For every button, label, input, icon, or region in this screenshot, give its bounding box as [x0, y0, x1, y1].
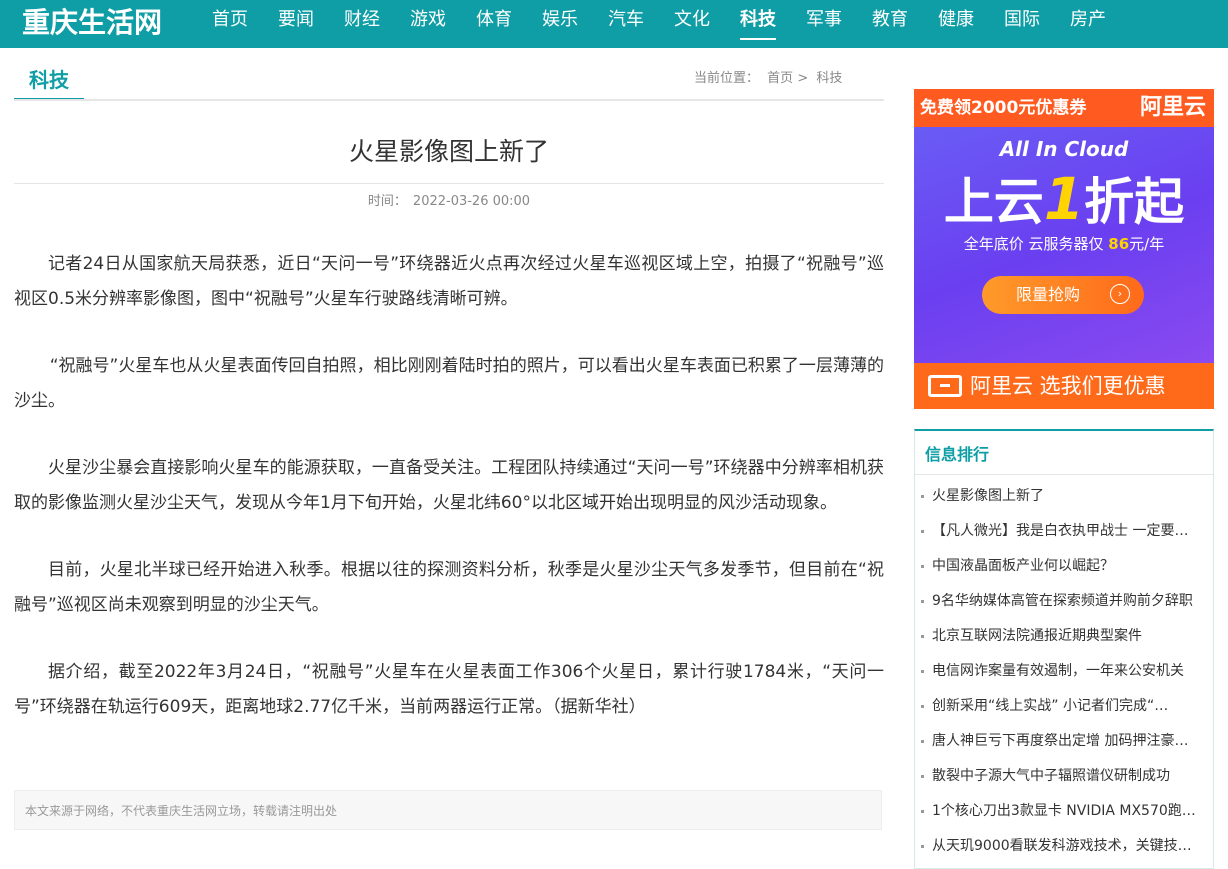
- article-paragraph: 据介绍，截至2022年3月24日，“祝融号”火星车在火星表面工作306个火星日，…: [14, 662, 884, 717]
- ad-buy-label: 限量抢购: [1016, 285, 1081, 304]
- ad-subline: 全年底价 云服务器仅 86元/年: [914, 233, 1214, 254]
- article-paragraph: “祝融号”火星车也从火星表面传回自拍照，相比刚刚着陆时拍的照片，可以看出火星车表…: [14, 356, 884, 411]
- ranking-item[interactable]: 散裂中子源大气中子辐照谱仪研制成功: [919, 763, 1209, 798]
- section-divider: [14, 99, 884, 101]
- ranking-item[interactable]: 创新采用“线上实战” 小记者们完成“…: [919, 693, 1209, 728]
- top-navbar: 重庆生活网 首页 要闻 财经 游戏 体育 娱乐 汽车 文化 科技 军事 教育 健…: [0, 0, 1228, 48]
- section-title: 科技: [14, 64, 84, 101]
- ranking-item[interactable]: 中国液晶面板产业何以崛起？: [919, 553, 1209, 588]
- breadcrumb-current-link[interactable]: 科技: [816, 71, 842, 86]
- article-body: 记者24日从国家航天局获悉，近日“天问一号”环绕器近火点再次经过火星车巡视区域上…: [14, 247, 884, 757]
- ad-price: 86: [1108, 235, 1130, 253]
- nav-item-sports[interactable]: 体育: [460, 0, 528, 48]
- nav-item-games[interactable]: 游戏: [394, 0, 462, 48]
- breadcrumb-home-link[interactable]: 首页: [767, 71, 793, 86]
- ad-sub-unit: 元/年: [1129, 235, 1165, 253]
- ad-sub-text: 全年底价 云服务器仅: [963, 235, 1109, 253]
- ad-top-strip: 免费领2000元优惠券 阿里云: [914, 89, 1214, 127]
- breadcrumb-label: 当前位置：: [694, 71, 760, 86]
- nav-item-education[interactable]: 教育: [856, 0, 924, 48]
- ranking-item[interactable]: 从天玑9000看联发科游戏技术，关键技…: [919, 833, 1209, 868]
- nav-item-international[interactable]: 国际: [988, 0, 1056, 48]
- ad-headline: 上云1折起: [914, 167, 1214, 234]
- nav-item-culture[interactable]: 文化: [658, 0, 726, 48]
- article-paragraph: 火星沙尘暴会直接影响火星车的能源获取，一直备受关注。工程团队持续通过“天问一号”…: [14, 458, 884, 513]
- article-meta: 时间： 2022-03-26 00:00: [14, 192, 884, 212]
- nav-item-realestate[interactable]: 房产: [1054, 0, 1122, 48]
- source-disclaimer: 本文来源于网络，不代表重庆生活网立场，转载请注明出处: [14, 790, 882, 830]
- ad-main-panel: All In Cloud 上云1折起 全年底价 云服务器仅 86元/年 限量抢购…: [914, 127, 1214, 363]
- ad-coupon-text: 免费领2000元优惠券: [920, 98, 1087, 118]
- ranking-item[interactable]: 火星影像图上新了: [919, 483, 1209, 518]
- aliyun-ad-banner[interactable]: 免费领2000元优惠券 阿里云 All In Cloud 上云1折起 全年底价 …: [914, 89, 1214, 409]
- article-paragraph: 目前，火星北半球已经开始进入秋季。根据以往的探测资料分析，秋季是火星沙尘天气多发…: [14, 560, 884, 615]
- ranking-title: 信息排行: [925, 445, 990, 464]
- ad-buy-button[interactable]: 限量抢购 ›: [982, 276, 1144, 314]
- ranking-divider: [915, 474, 1213, 475]
- site-logo[interactable]: 重庆生活网: [22, 3, 162, 43]
- breadcrumb: 当前位置： 首页 > 科技: [694, 69, 842, 89]
- nav-item-health[interactable]: 健康: [922, 0, 990, 48]
- nav-item-auto[interactable]: 汽车: [592, 0, 660, 48]
- time-label: 时间：: [367, 194, 407, 209]
- ad-slogan: 阿里云 选我们更优惠: [970, 374, 1166, 398]
- nav-item-military[interactable]: 军事: [790, 0, 858, 48]
- article-title: 火星影像图上新了: [348, 137, 549, 166]
- ad-brand-text: 阿里云: [1139, 95, 1206, 120]
- ranking-item[interactable]: 1个核心刀出3款显卡 NVIDIA MX570跑…: [919, 798, 1209, 833]
- ad-headline-part: 折起: [1084, 173, 1185, 231]
- breadcrumb-separator: >: [797, 71, 809, 86]
- ranking-item[interactable]: 唐人神巨亏下再度祭出定增 加码押注豪…: [919, 728, 1209, 763]
- ranking-item[interactable]: 北京互联网法院通报近期典型案件: [919, 623, 1209, 658]
- nav-item-home[interactable]: 首页: [196, 0, 264, 48]
- nav-item-tech[interactable]: 科技: [724, 0, 792, 48]
- nav-item-finance[interactable]: 财经: [328, 0, 396, 48]
- chevron-right-icon: ›: [1110, 284, 1130, 304]
- article-paragraph: 记者24日从国家航天局获悉，近日“天问一号”环绕器近火点再次经过火星车巡视区域上…: [14, 254, 884, 309]
- ranking-item[interactable]: 【凡人微光】我是白衣执甲战士 一定要…: [919, 518, 1209, 553]
- ad-headline-number: 1: [1043, 165, 1085, 233]
- ranking-list: 火星影像图上新了 【凡人微光】我是白衣执甲战士 一定要… 中国液晶面板产业何以崛…: [919, 483, 1209, 868]
- aliyun-logo-icon: [928, 375, 962, 397]
- ranking-item[interactable]: 9名华纳媒体高管在探索频道并购前夕辞职: [919, 588, 1209, 623]
- ranking-item[interactable]: 电信网诈案量有效遏制，一年来公安机关: [919, 658, 1209, 693]
- ad-headline-part: 上云: [943, 173, 1044, 231]
- ad-bottom-strip: 阿里云 选我们更优惠: [914, 363, 1214, 409]
- info-ranking-box: 信息排行 火星影像图上新了 【凡人微光】我是白衣执甲战士 一定要… 中国液晶面板…: [914, 429, 1214, 869]
- nav-item-entertainment[interactable]: 娱乐: [526, 0, 594, 48]
- title-divider: [14, 183, 884, 184]
- ad-tagline: All In Cloud: [999, 137, 1129, 161]
- nav-item-news[interactable]: 要闻: [262, 0, 330, 48]
- publish-time: 2022-03-26 00:00: [412, 194, 531, 209]
